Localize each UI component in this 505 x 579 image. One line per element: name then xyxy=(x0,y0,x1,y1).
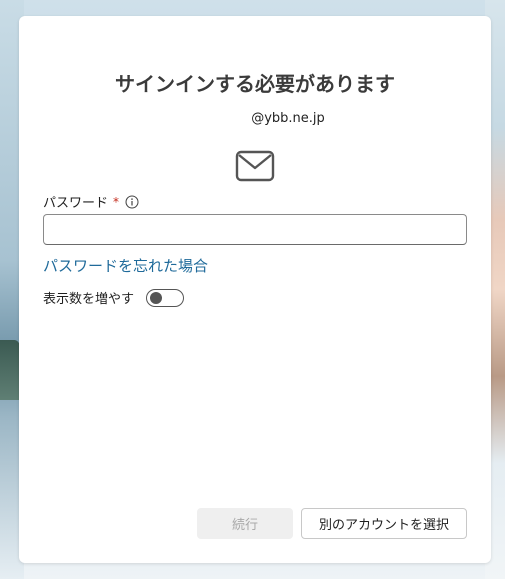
choose-other-account-button[interactable]: 別のアカウントを選択 xyxy=(301,508,467,539)
password-input[interactable] xyxy=(43,214,467,245)
show-more-row: 表示数を増やす xyxy=(43,288,185,307)
show-more-toggle[interactable] xyxy=(146,288,185,307)
show-more-label: 表示数を増やす xyxy=(43,292,135,307)
password-label: パスワード xyxy=(43,196,109,211)
mail-icon xyxy=(235,150,275,182)
signin-dialog: サインインする必要があります @ybb.ne.jp パスワード * パスワードを… xyxy=(19,16,491,563)
forgot-password-link[interactable]: パスワードを忘れた場合 xyxy=(43,255,208,276)
dialog-title: サインインする必要があります xyxy=(115,72,395,96)
password-label-row: パスワード * xyxy=(43,192,139,211)
required-mark: * xyxy=(113,194,120,209)
continue-button[interactable]: 続行 xyxy=(197,508,293,539)
account-email: @ybb.ne.jp xyxy=(251,111,325,126)
toggle-knob xyxy=(150,291,163,304)
info-icon[interactable] xyxy=(125,195,139,209)
